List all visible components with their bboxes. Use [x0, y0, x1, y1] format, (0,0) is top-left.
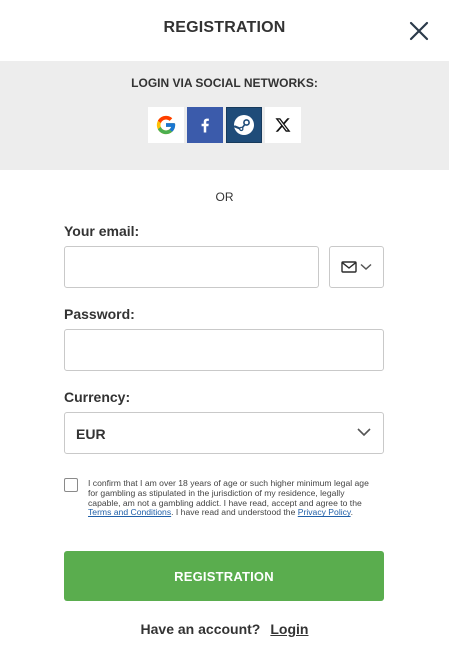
currency-label: Currency: — [64, 389, 131, 405]
currency-select[interactable]: EUR — [64, 412, 384, 454]
google-login-button[interactable] — [148, 107, 184, 143]
login-prompt: Have an account? Login — [0, 621, 449, 637]
chevron-down-icon — [357, 428, 371, 437]
have-account-text: Have an account? — [140, 621, 261, 637]
contact-type-select[interactable] — [329, 246, 384, 288]
close-icon — [409, 21, 429, 41]
facebook-login-button[interactable] — [187, 107, 223, 143]
terms-text-middle: . I have read and understood the — [171, 507, 298, 518]
google-icon — [156, 115, 176, 135]
facebook-icon — [201, 118, 209, 133]
registration-button[interactable]: REGISTRATION — [64, 551, 384, 601]
currency-value: EUR — [76, 426, 106, 442]
terms-link[interactable]: Terms and Conditions — [88, 507, 171, 517]
chevron-down-icon — [360, 263, 372, 271]
mail-icon — [341, 261, 357, 273]
social-login-panel: LOGIN VIA SOCIAL NETWORKS: — [0, 61, 449, 170]
or-divider: OR — [215, 190, 234, 204]
terms-text-before: I confirm that I am over 18 years of age… — [88, 478, 369, 508]
social-login-title: LOGIN VIA SOCIAL NETWORKS: — [131, 76, 318, 90]
privacy-link[interactable]: Privacy Policy — [298, 507, 351, 517]
close-button[interactable] — [406, 18, 432, 44]
email-label: Your email: — [64, 223, 140, 239]
login-link[interactable]: Login — [270, 621, 308, 637]
x-icon — [275, 118, 291, 132]
modal-title: REGISTRATION — [163, 19, 286, 36]
steam-login-button[interactable] — [226, 107, 262, 143]
email-input[interactable] — [64, 246, 319, 288]
password-label: Password: — [64, 306, 135, 322]
x-login-button[interactable] — [265, 107, 301, 143]
modal-header: REGISTRATION — [0, 0, 449, 61]
password-input[interactable] — [64, 329, 384, 371]
terms-checkbox[interactable] — [64, 478, 78, 492]
terms-text: I confirm that I am over 18 years of age… — [88, 478, 378, 518]
terms-text-after: . — [350, 507, 353, 518]
steam-icon — [233, 115, 254, 135]
